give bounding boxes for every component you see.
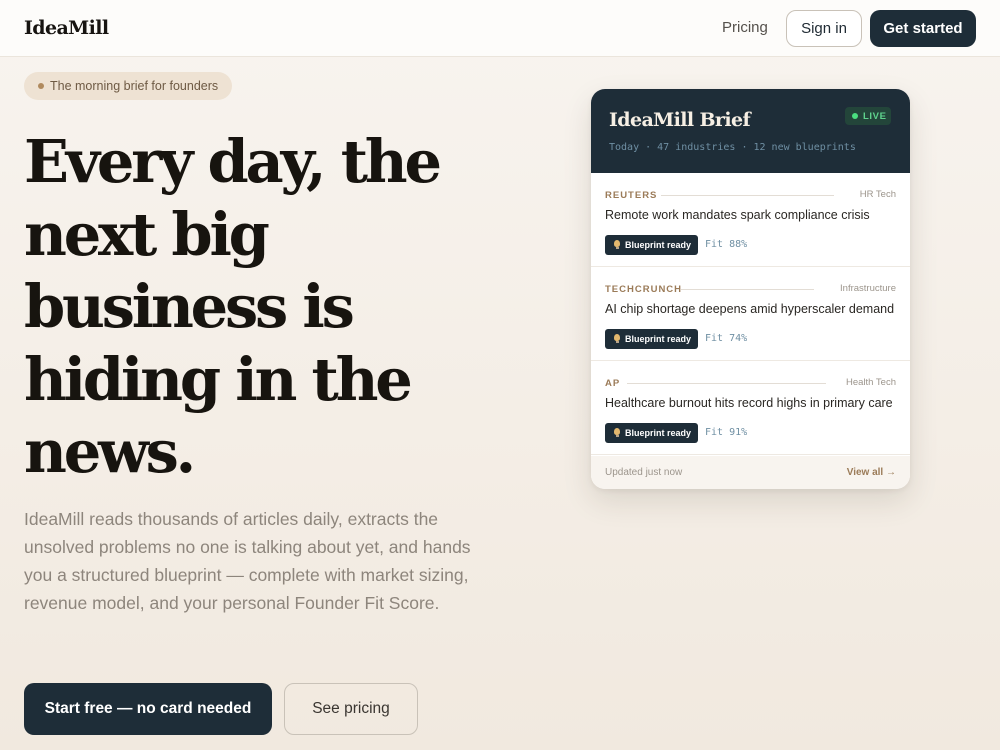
live-badge: LIVE — [845, 107, 891, 125]
item-category: Health Tech — [846, 377, 896, 388]
tagline-pill: The morning brief for founders — [24, 72, 233, 100]
item-source: REUTERS — [605, 190, 658, 201]
brief-card: IdeaMill Brief LIVE Today · 47 industrie… — [591, 89, 910, 489]
blueprint-label: Blueprint ready — [625, 240, 692, 250]
see-pricing-button[interactable]: See pricing — [284, 683, 418, 735]
lightbulb-icon — [614, 240, 620, 249]
headline-line: hiding in the — [24, 344, 413, 414]
item-category: Infrastructure — [840, 283, 896, 294]
tagline-text: The morning brief for founders — [50, 79, 219, 93]
item-headline[interactable]: Healthcare burnout hits record highs in … — [605, 396, 893, 410]
item-divider — [681, 289, 814, 290]
blueprint-label: Blueprint ready — [625, 334, 692, 344]
item-headline[interactable]: AI chip shortage deepens amid hyperscale… — [605, 302, 894, 316]
lightbulb-icon — [614, 428, 620, 437]
fit-score: Fit 91% — [705, 427, 748, 438]
brief-title: IdeaMill Brief — [609, 109, 751, 131]
sign-in-button[interactable]: Sign in — [786, 10, 862, 47]
hero-headline: Every day, the next big business is hidi… — [24, 126, 494, 489]
dot-icon — [38, 83, 44, 89]
item-headline[interactable]: Remote work mandates spark compliance cr… — [605, 208, 870, 222]
fit-score: Fit 88% — [705, 239, 748, 250]
blueprint-badge[interactable]: Blueprint ready — [605, 423, 698, 443]
fit-score: Fit 74% — [705, 333, 748, 344]
brief-item[interactable]: REUTERS HR Tech Remote work mandates spa… — [591, 173, 910, 267]
headline-line: Every day, the — [24, 127, 442, 196]
live-dot-icon — [852, 113, 858, 119]
blueprint-badge[interactable]: Blueprint ready — [605, 235, 698, 255]
headline-line: news. — [24, 417, 196, 486]
blueprint-badge[interactable]: Blueprint ready — [605, 329, 698, 349]
brief-item[interactable]: AP Health Tech Healthcare burnout hits r… — [591, 361, 910, 455]
live-label: LIVE — [863, 110, 887, 122]
brief-meta: Today · 47 industries · 12 new blueprint… — [609, 142, 856, 153]
view-all-link[interactable]: View all → — [847, 467, 896, 478]
start-free-button[interactable]: Start free — no card needed — [24, 683, 272, 735]
headline-line: next big — [24, 199, 270, 269]
headline-line: business is — [24, 272, 355, 341]
brief-item[interactable]: TECHCRUNCH Infrastructure AI chip shorta… — [591, 267, 910, 361]
nav-link-pricing[interactable]: Pricing — [722, 19, 768, 36]
updated-status: Updated just now — [605, 467, 683, 478]
top-nav: IdeaMill Pricing Sign in Get started — [0, 0, 1000, 57]
hero-subcopy: IdeaMill reads thousands of articles dai… — [24, 509, 471, 613]
item-source: TECHCRUNCH — [605, 284, 683, 295]
item-category: HR Tech — [859, 189, 896, 200]
get-started-button[interactable]: Get started — [870, 10, 976, 47]
item-divider — [661, 195, 834, 196]
item-divider — [627, 383, 826, 384]
brief-card-header: IdeaMill Brief LIVE Today · 47 industrie… — [591, 89, 910, 173]
item-source: AP — [605, 378, 621, 389]
lightbulb-icon — [614, 334, 620, 343]
logo[interactable]: IdeaMill — [24, 17, 109, 39]
blueprint-label: Blueprint ready — [625, 428, 692, 438]
brief-card-footer: Updated just now View all → — [591, 456, 910, 489]
